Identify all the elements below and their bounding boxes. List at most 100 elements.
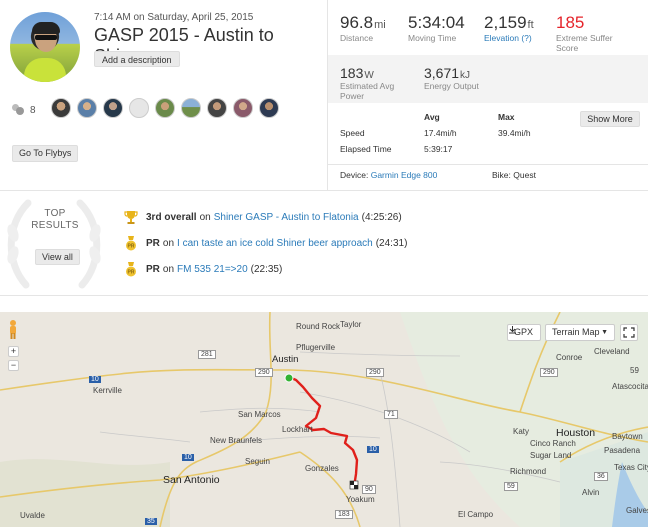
zoom-in-button[interactable]: + — [8, 346, 19, 357]
distance-value: 96.8 — [340, 13, 374, 32]
power-label-1: Estimated Avg — [340, 81, 395, 91]
expand-icon — [623, 327, 635, 338]
download-icon — [509, 326, 516, 334]
athlete-avatar[interactable] — [10, 12, 80, 82]
map-label: Texas City — [614, 463, 648, 472]
show-more-button[interactable]: Show More — [580, 111, 640, 127]
achievement-pr: PR — [146, 263, 160, 275]
elevation-help-link[interactable]: Elevation (?) — [484, 33, 534, 43]
elevation-unit: ft — [527, 19, 534, 31]
suffer-score-label-1: Extreme Suffer — [556, 33, 613, 43]
kudos-avatar[interactable] — [103, 98, 123, 118]
distance-label: Distance — [340, 33, 374, 43]
map-label: Yoakum — [346, 495, 375, 504]
kudos-avatar[interactable] — [129, 98, 149, 118]
map-label: Kerrville — [93, 386, 122, 395]
activity-stats: 96.8mi Distance 5:34:04 Moving Time 2,15… — [327, 0, 648, 190]
map-label: Austin — [272, 354, 299, 365]
pr-medal-icon: PR — [126, 235, 136, 250]
top-results-section: TOP RESULTS View all 3rd overall on Shin… — [0, 190, 648, 296]
map-label: Round Rock — [296, 322, 341, 331]
map-label: Seguin — [245, 457, 270, 466]
segment-link[interactable]: FM 535 21=>20 — [177, 264, 248, 275]
achievement-rank: 3rd overall — [146, 211, 197, 223]
map-label: San Antonio — [163, 474, 220, 486]
route-map[interactable]: Round Rock Taylor Pflugerville Austin Ke… — [0, 312, 648, 527]
kudos-avatar[interactable] — [233, 98, 253, 118]
route-36-shield: 36 — [594, 472, 608, 481]
route-290-shield: 290 — [540, 368, 558, 377]
route-183-shield: 183 — [335, 510, 353, 519]
activity-datetime: 7:14 AM on Saturday, April 25, 2015 — [94, 12, 254, 23]
power-label-2: Power — [340, 91, 365, 101]
go-to-flybys-button[interactable]: Go To Flybys — [12, 145, 79, 162]
map-label: El Campo — [458, 510, 494, 519]
stat-avg-power: 183W Estimated Avg Power — [340, 65, 394, 101]
stat-energy: 3,671kJ Energy Output — [424, 65, 479, 91]
gpx-download-button[interactable]: GPX — [507, 324, 541, 341]
kudos-count-label: 8 — [30, 104, 36, 116]
elevation-value: 2,159 — [484, 13, 527, 32]
map-label: Lockhart — [282, 425, 313, 434]
interstate-35-shield: 35 — [145, 518, 157, 525]
map-label: Richmond — [510, 467, 547, 476]
zoom-out-button[interactable]: − — [8, 360, 19, 371]
svg-text:PR: PR — [128, 269, 135, 275]
kudos-avatar[interactable] — [207, 98, 227, 118]
route-90-shield: 90 — [362, 485, 376, 494]
add-description-button[interactable]: Add a description — [94, 51, 180, 67]
street-view-pegman-icon[interactable] — [6, 319, 20, 341]
kudos-count[interactable]: 8 — [12, 104, 36, 116]
kudos-avatars — [51, 98, 285, 118]
kudos-avatar[interactable] — [77, 98, 97, 118]
top-results-heading: TOP RESULTS — [31, 208, 79, 231]
device-link[interactable]: Garmin Edge 800 — [371, 170, 438, 180]
map-label: Taylor — [340, 320, 362, 329]
segment-time: (22:35) — [250, 263, 283, 275]
energy-label: Energy Output — [424, 81, 479, 91]
power-unit: W — [364, 70, 374, 81]
power-value: 183 — [340, 65, 364, 81]
achievement-row: PR PR on I can taste an ice cold Shiner … — [124, 234, 407, 252]
device-row: Device: Garmin Edge 800 Bike: Quest — [328, 164, 648, 180]
fullscreen-button[interactable] — [620, 324, 638, 341]
elapsed-value: 5:39:17 — [424, 144, 453, 154]
bike-label: Bike: — [492, 170, 511, 180]
achievement-pr: PR — [146, 237, 160, 249]
map-label: Sugar Land — [530, 451, 572, 460]
segment-link[interactable]: I can taste an ice cold Shiner beer appr… — [177, 238, 373, 249]
stat-elevation: 2,159ft Elevation (?) — [484, 13, 534, 43]
segment-time: (4:25:26) — [361, 211, 402, 223]
interstate-10-shield: 10 — [89, 376, 101, 383]
kudos-avatar[interactable] — [259, 98, 279, 118]
suffer-score-value: 185 — [556, 13, 585, 32]
segment-link[interactable]: Shiner GASP - Austin to Flatonia — [214, 212, 359, 223]
trophy-icon — [124, 210, 138, 224]
bike-value: Quest — [513, 170, 536, 180]
map-label: Cinco Ranch — [530, 439, 576, 448]
kudos-avatar[interactable] — [155, 98, 175, 118]
route-start-marker — [284, 373, 294, 383]
map-label: San Marcos — [238, 410, 281, 419]
route-59-shield: 59 — [504, 482, 518, 491]
speed-label: Speed — [340, 128, 365, 138]
moving-time-value: 5:34:04 — [408, 13, 465, 32]
map-label: Uvalde — [20, 511, 45, 520]
map-label: Katy — [513, 427, 530, 436]
elapsed-label: Elapsed Time — [340, 144, 392, 154]
kudos-avatar[interactable] — [181, 98, 201, 118]
device-label: Device: — [340, 170, 369, 180]
activity-summary: 7:14 AM on Saturday, April 25, 2015 GASP… — [0, 0, 326, 190]
view-all-button[interactable]: View all — [35, 249, 80, 265]
stat-moving-time: 5:34:04 Moving Time — [408, 13, 465, 43]
chevron-down-icon: ▼ — [601, 329, 608, 336]
map-label: Baytown — [612, 432, 643, 441]
achievement-row: PR PR on FM 535 21=>20 (22:35) — [124, 260, 282, 278]
energy-value: 3,671 — [424, 65, 460, 81]
kudos-avatar[interactable] — [51, 98, 71, 118]
col-header-max: Max — [498, 112, 515, 122]
map-type-select[interactable]: Terrain Map ▼ — [545, 324, 615, 341]
map-label: Alvin — [582, 488, 600, 497]
route-290-shield: 290 — [255, 368, 273, 377]
energy-unit: kJ — [460, 70, 471, 81]
